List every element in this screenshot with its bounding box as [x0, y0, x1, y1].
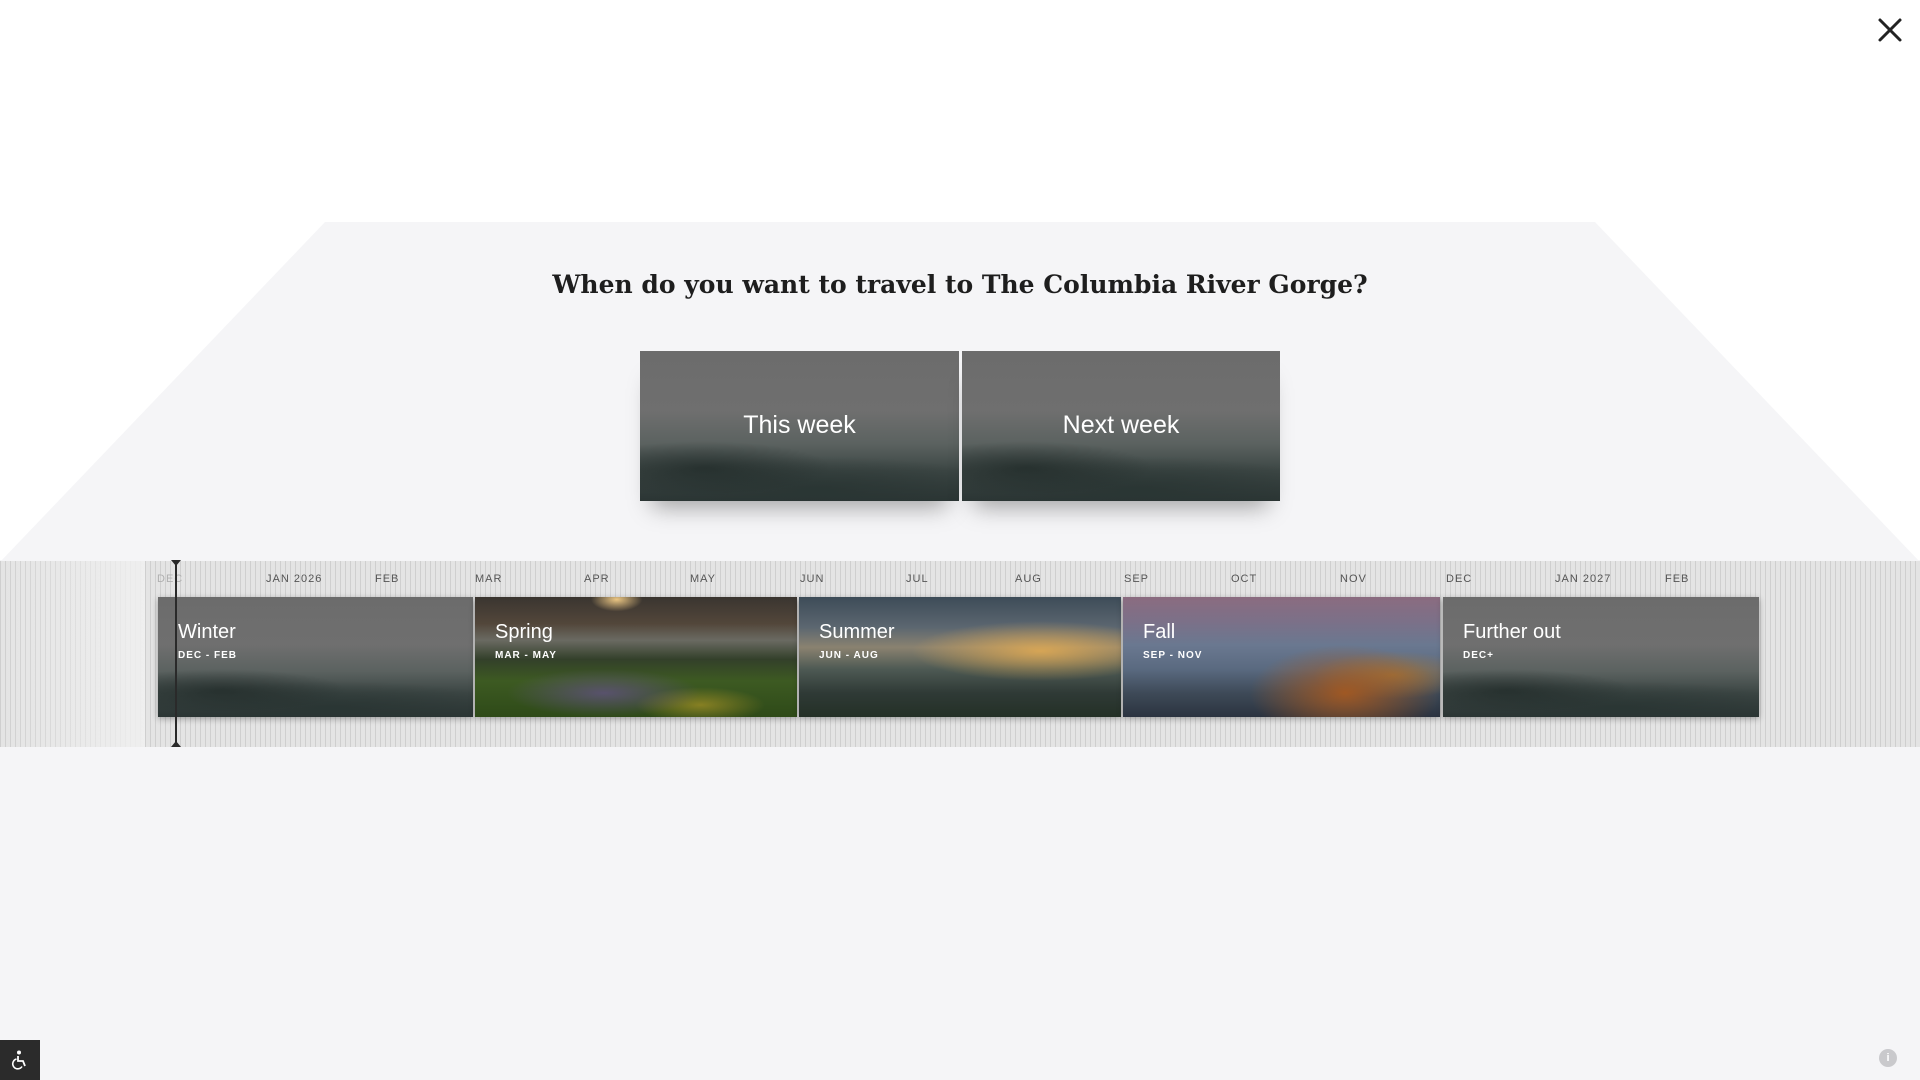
season-range: DEC+: [1463, 650, 1494, 661]
this-week-label: This week: [743, 411, 856, 439]
season-winter[interactable]: Winter DEC - FEB: [158, 597, 473, 717]
info-icon[interactable]: i: [1879, 1049, 1897, 1067]
timeline-cursor[interactable]: [175, 561, 177, 747]
next-week-card[interactable]: Next week: [962, 351, 1280, 501]
month-label: DEC: [157, 573, 184, 585]
next-week-label: Next week: [1062, 411, 1180, 439]
timeline-fade: [0, 561, 145, 747]
this-week-card[interactable]: This week: [640, 351, 959, 501]
month-label: MAY: [690, 573, 717, 585]
cursor-top-arrow-icon: [171, 560, 181, 566]
timeline[interactable]: DEC JAN 2026 FEB MAR APR MAY JUN JUL AUG…: [0, 560, 1920, 747]
month-label: JUN: [800, 573, 825, 585]
season-further-out[interactable]: Further out DEC+: [1443, 597, 1759, 717]
accessibility-icon: [11, 1050, 26, 1070]
season-name: Summer: [819, 621, 895, 643]
month-label: NOV: [1340, 573, 1367, 585]
season-spring[interactable]: Spring MAR - MAY: [475, 597, 797, 717]
close-button[interactable]: [1874, 14, 1906, 46]
month-label: JUL: [906, 573, 929, 585]
season-range: JUN - AUG: [819, 650, 879, 661]
season-name: Winter: [178, 621, 236, 643]
close-icon: [1878, 18, 1902, 42]
season-name: Further out: [1463, 621, 1561, 643]
season-range: DEC - FEB: [178, 650, 237, 661]
season-name: Fall: [1143, 621, 1176, 643]
month-label: JAN 2027: [1555, 573, 1612, 585]
month-label: OCT: [1231, 573, 1258, 585]
page-title: When do you want to travel to The Columb…: [552, 270, 1368, 299]
month-label: APR: [584, 573, 610, 585]
season-fall[interactable]: Fall SEP - NOV: [1123, 597, 1440, 717]
month-label: SEP: [1124, 573, 1150, 585]
month-label: JAN 2026: [266, 573, 323, 585]
month-label: AUG: [1015, 573, 1042, 585]
season-range: MAR - MAY: [495, 650, 557, 661]
month-label: FEB: [375, 573, 400, 585]
month-label: DEC: [1446, 573, 1473, 585]
cursor-bottom-arrow-icon: [171, 741, 181, 747]
accessibility-button[interactable]: [0, 1040, 40, 1080]
month-label: FEB: [1665, 573, 1690, 585]
season-range: SEP - NOV: [1143, 650, 1203, 661]
season-name: Spring: [495, 621, 553, 643]
month-label: MAR: [475, 573, 503, 585]
season-summer[interactable]: Summer JUN - AUG: [799, 597, 1121, 717]
